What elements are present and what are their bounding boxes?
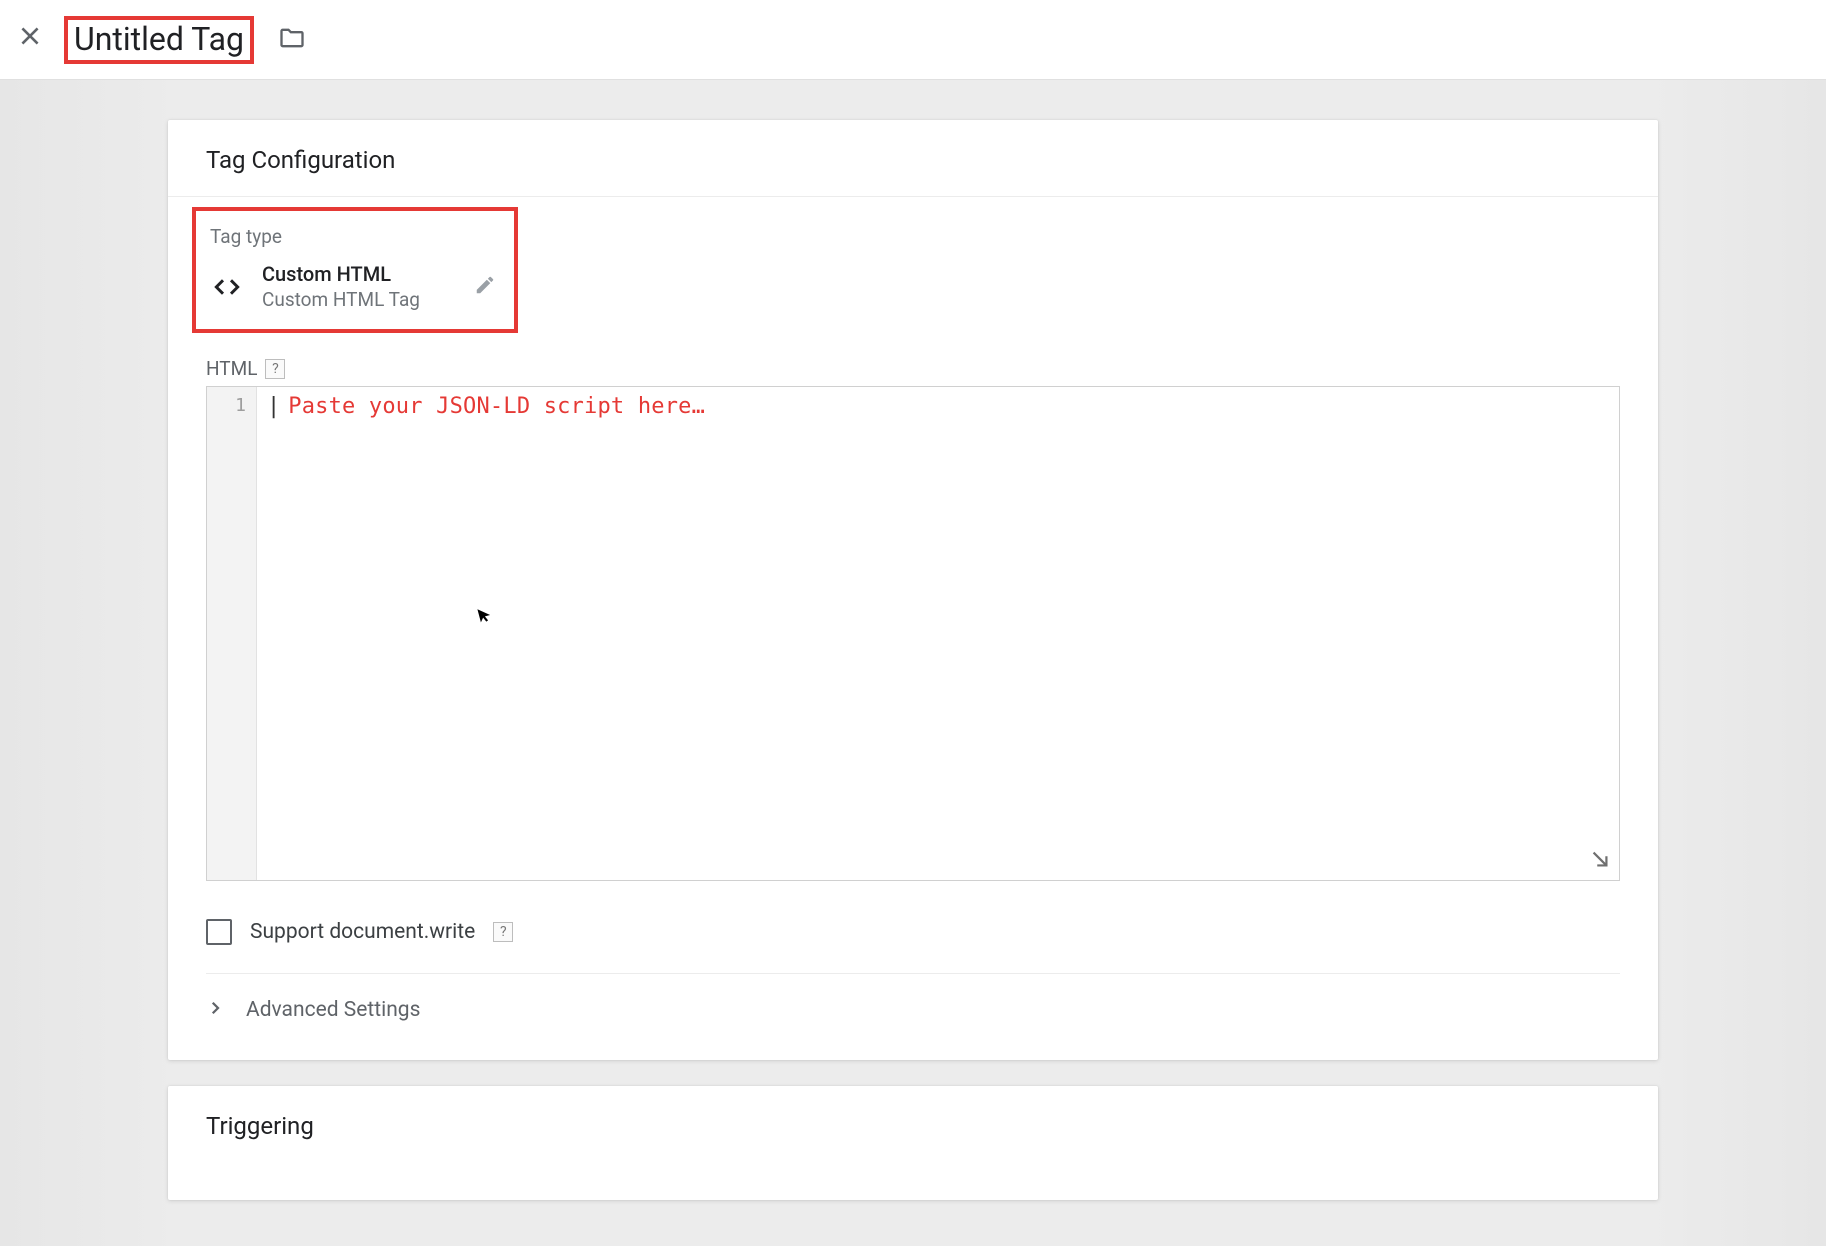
tag-type-texts: Custom HTML Custom HTML Tag <box>262 262 420 311</box>
editor-resize-handle[interactable] <box>1589 848 1611 874</box>
tag-type-label: Tag type <box>210 225 500 248</box>
code-icon <box>210 270 244 304</box>
editor-body[interactable]: | Paste your JSON-LD script here… <box>257 387 1619 880</box>
tag-type-name: Custom HTML <box>262 262 420 286</box>
edit-tag-type-button[interactable] <box>470 272 500 302</box>
close-button[interactable] <box>10 20 50 60</box>
tag-type-subtitle: Custom HTML Tag <box>262 288 420 311</box>
editor-placeholder: Paste your JSON-LD script here… <box>288 394 705 419</box>
advanced-settings-label: Advanced Settings <box>246 998 420 1022</box>
editor-cursor: | <box>267 394 280 419</box>
tag-configuration-title: Tag Configuration <box>168 120 1658 197</box>
support-document-write-help[interactable]: ? <box>493 922 513 942</box>
page-title[interactable]: Untitled Tag <box>74 20 244 58</box>
topbar: Untitled Tag <box>0 0 1826 80</box>
tag-configuration-body: Tag type Custom HTML Custom HTML Tag <box>168 197 1658 1060</box>
cursor-icon <box>474 603 498 631</box>
canvas: Tag Configuration Tag type Custom HTML C… <box>0 80 1826 1246</box>
editor-first-line: | Paste your JSON-LD script here… <box>267 393 1609 419</box>
tag-type-highlight-box: Tag type Custom HTML Custom HTML Tag <box>192 207 518 333</box>
support-document-write-checkbox[interactable] <box>206 919 232 945</box>
advanced-settings-toggle[interactable]: Advanced Settings <box>206 974 1620 1050</box>
tag-configuration-card: Tag Configuration Tag type Custom HTML C… <box>168 120 1658 1060</box>
tag-type-row[interactable]: Custom HTML Custom HTML Tag <box>210 262 500 311</box>
editor-gutter: 1 <box>207 387 257 880</box>
close-icon <box>17 22 43 57</box>
title-highlight-box: Untitled Tag <box>64 16 254 64</box>
pencil-icon <box>474 274 496 300</box>
triggering-title: Triggering <box>168 1086 1658 1200</box>
html-help-button[interactable]: ? <box>265 359 285 379</box>
html-editor[interactable]: 1 | Paste your JSON-LD script here… <box>206 386 1620 881</box>
triggering-card[interactable]: Triggering <box>168 1086 1658 1200</box>
html-label-row: HTML ? <box>206 357 1620 380</box>
support-document-write-row: Support document.write ? <box>206 881 1620 974</box>
folder-icon <box>278 24 306 56</box>
folder-button[interactable] <box>274 22 310 58</box>
html-label: HTML <box>206 357 257 380</box>
chevron-right-icon <box>206 999 224 1021</box>
support-document-write-label: Support document.write <box>250 920 475 944</box>
editor-line-number: 1 <box>207 393 256 419</box>
resize-icon <box>1589 855 1611 874</box>
